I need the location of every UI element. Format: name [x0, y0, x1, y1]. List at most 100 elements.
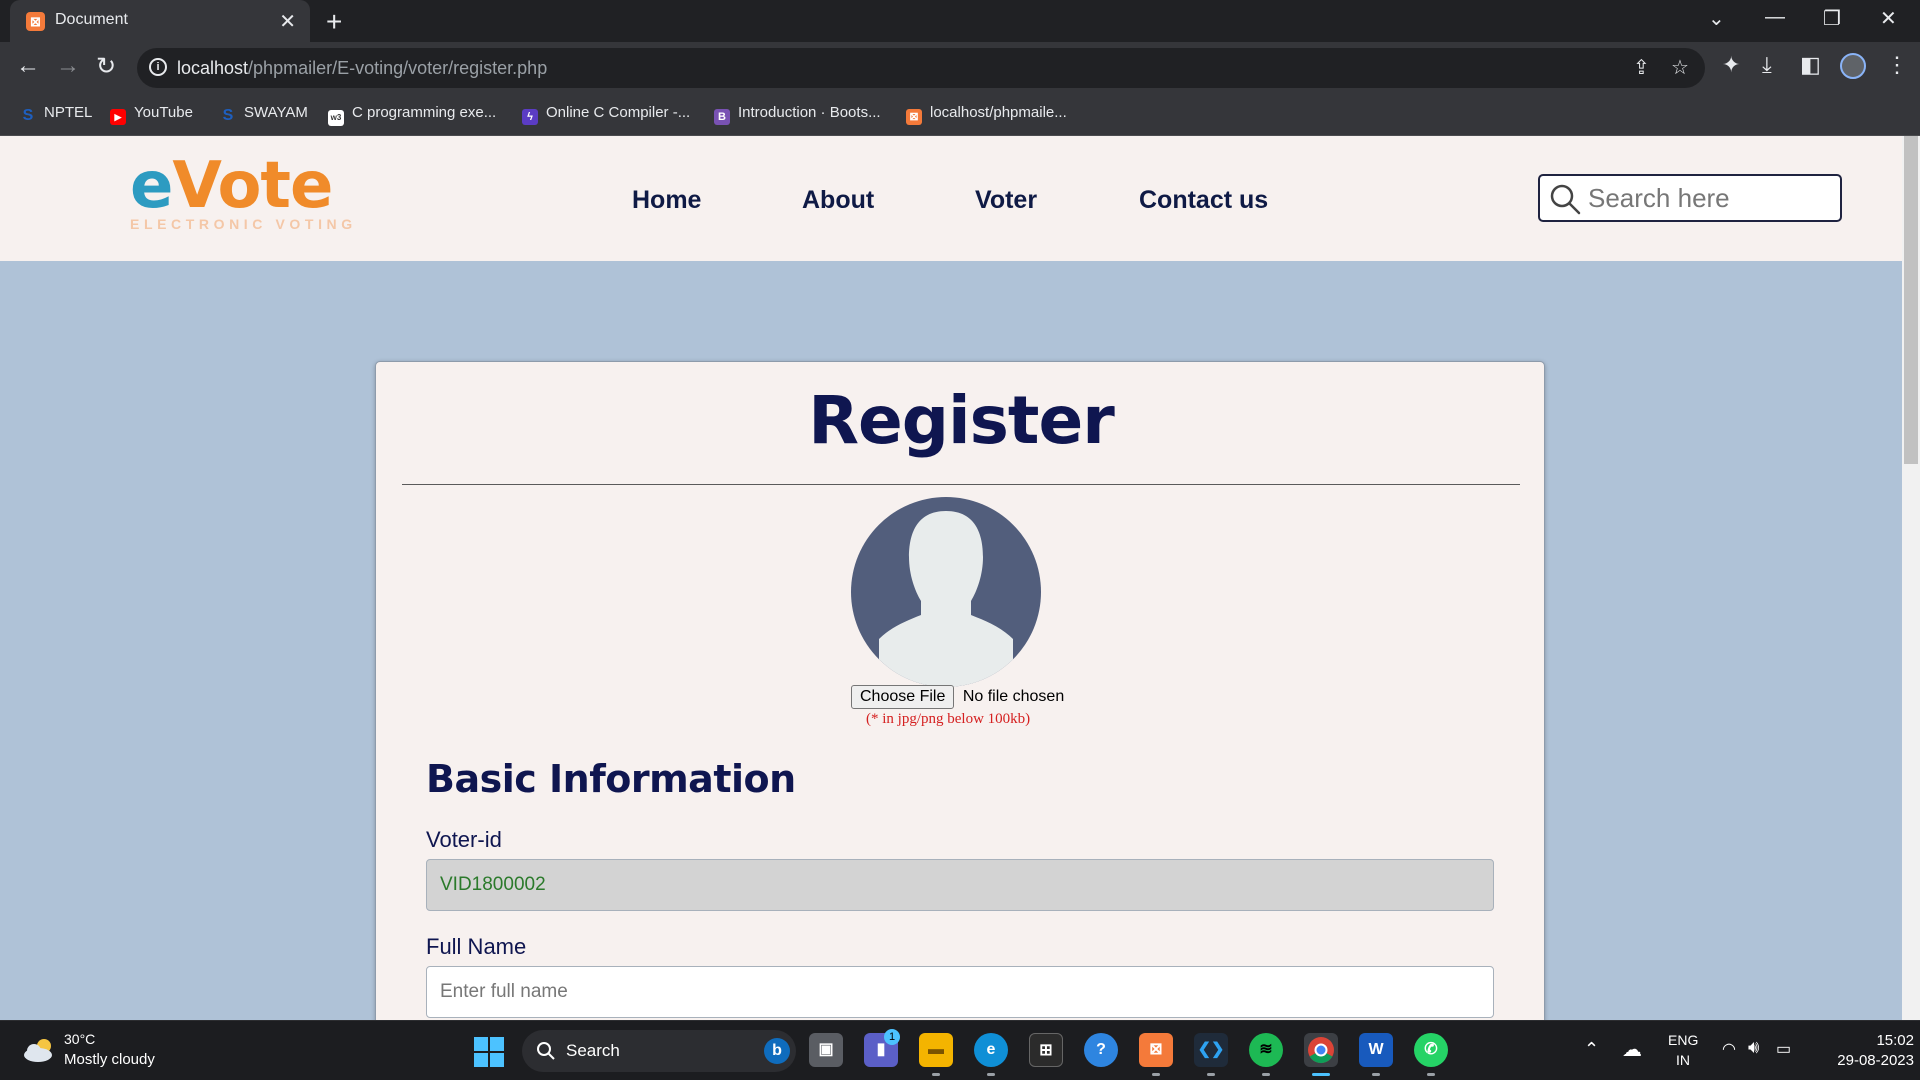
microsoft-store-icon[interactable]: ⊞	[1029, 1033, 1063, 1067]
running-indicator	[1152, 1073, 1160, 1076]
search-input[interactable]	[1588, 181, 1828, 215]
download-icon[interactable]: ⤓	[1762, 52, 1772, 78]
region-code[interactable]: IN	[1676, 1052, 1690, 1068]
voter-id-field: VID1800002	[426, 859, 1494, 911]
taskbar-search[interactable]: Search b	[522, 1030, 796, 1072]
system-clock[interactable]: 15:02 29-08-2023	[1804, 1031, 1914, 1071]
xampp-icon: ⊠	[906, 109, 922, 125]
logo-vote: Vote	[172, 149, 332, 223]
reload-icon[interactable]: ↻	[96, 52, 116, 81]
scrollbar-thumb[interactable]	[1904, 136, 1918, 464]
file-explorer-icon[interactable]: ▬	[919, 1033, 953, 1067]
running-indicator	[1207, 1073, 1215, 1076]
word-icon[interactable]: W	[1359, 1033, 1393, 1067]
bookmark-nptel[interactable]: SNPTEL	[20, 104, 92, 126]
logo-tagline: ELECTRONIC VOTING	[130, 216, 357, 232]
vscode-icon[interactable]: ❮❯	[1194, 1033, 1228, 1067]
running-indicator	[932, 1073, 940, 1076]
side-panel-icon[interactable]: ◧	[1800, 52, 1821, 78]
close-window-icon[interactable]: ✕	[1880, 6, 1897, 31]
cloud-weather-icon[interactable]	[22, 1037, 56, 1063]
extensions-icon[interactable]: ✦	[1722, 52, 1740, 78]
weather-description[interactable]: Mostly cloudy	[64, 1051, 155, 1068]
site-info-icon[interactable]: i	[149, 58, 167, 76]
url-text[interactable]: localhost/phpmailer/E-voting/voter/regis…	[177, 58, 547, 79]
share-icon[interactable]: ⇪	[1633, 55, 1650, 80]
page-viewport: eVote ELECTRONIC VOTING Home About Voter…	[0, 136, 1920, 1020]
bookmark-youtube[interactable]: ▶YouTube	[110, 104, 193, 126]
back-icon[interactable]: ←	[16, 52, 40, 80]
task-view-icon[interactable]: ▣	[809, 1033, 843, 1067]
bootstrap-icon: B	[714, 109, 730, 125]
w3schools-icon: w3	[328, 110, 344, 126]
title-divider	[402, 484, 1520, 485]
bookmark-online-c-compiler[interactable]: ϟOnline C Compiler -...	[522, 104, 690, 126]
windows-start-icon[interactable]	[474, 1037, 504, 1067]
browser-tab[interactable]: ⊠ Document ✕	[10, 0, 310, 42]
wifi-icon[interactable]: ◠	[1722, 1039, 1736, 1059]
swayam-s-icon: S	[20, 108, 36, 124]
swayam-s-icon: S	[220, 108, 236, 124]
running-indicator	[1372, 1073, 1380, 1076]
forward-icon[interactable]: →	[56, 52, 80, 80]
clock-time: 15:02	[1804, 1031, 1914, 1051]
file-hint: (* in jpg/png below 100kb)	[376, 711, 1546, 728]
logo-e: e	[130, 149, 172, 223]
bookmark-localhost[interactable]: ⊠localhost/phpmaile...	[906, 104, 1067, 126]
evote-logo[interactable]: eVote ELECTRONIC VOTING	[130, 154, 360, 238]
page-scrollbar[interactable]	[1902, 136, 1920, 1020]
nav-voter[interactable]: Voter	[975, 186, 1037, 215]
volume-icon[interactable]: 🔊︎	[1748, 1037, 1759, 1058]
new-tab-icon[interactable]: +	[326, 6, 342, 38]
taskbar-search-label: Search	[566, 1041, 620, 1061]
bookmark-c-programming[interactable]: w3C programming exe...	[328, 104, 496, 126]
fullname-input[interactable]	[426, 966, 1494, 1018]
battery-icon[interactable]: ▭	[1776, 1039, 1791, 1059]
fullname-label: Full Name	[426, 934, 526, 960]
restore-icon[interactable]: ❐	[1823, 6, 1841, 31]
site-search	[1538, 174, 1842, 222]
teams-badge: 1	[884, 1029, 900, 1045]
youtube-icon: ▶	[110, 109, 126, 125]
chevron-up-icon[interactable]: ⌃	[1584, 1039, 1599, 1060]
search-icon	[1548, 182, 1582, 216]
page-title: Register	[376, 382, 1546, 459]
browser-toolbar: ← → ↻ i localhost/phpmailer/E-voting/vot…	[0, 42, 1920, 94]
profile-avatar[interactable]	[1840, 53, 1866, 79]
nav-contact-us[interactable]: Contact us	[1139, 186, 1268, 215]
address-bar[interactable]: i localhost/phpmailer/E-voting/voter/reg…	[137, 48, 1705, 88]
spotify-icon[interactable]: ≋	[1249, 1033, 1283, 1067]
running-indicator	[1427, 1073, 1435, 1076]
choose-file-button[interactable]: Choose File	[851, 685, 954, 709]
url-path: /phpmailer/E-voting/voter/register.php	[248, 58, 547, 78]
whatsapp-icon[interactable]: ✆	[1414, 1033, 1448, 1067]
nav-home[interactable]: Home	[632, 186, 701, 215]
default-avatar-icon	[851, 497, 1041, 687]
weather-temperature[interactable]: 30°C	[64, 1031, 95, 1047]
file-status-text: No file chosen	[963, 688, 1064, 706]
get-help-icon[interactable]: ?	[1084, 1033, 1118, 1067]
close-tab-icon[interactable]: ✕	[279, 9, 296, 34]
xampp-icon[interactable]: ⊠	[1139, 1033, 1173, 1067]
bookmarks-bar: SNPTEL ▶YouTube SSWAYAM w3C programming …	[0, 94, 1920, 136]
search-icon	[536, 1041, 556, 1061]
language-code[interactable]: ENG	[1668, 1032, 1698, 1048]
tab-search-chevron-icon[interactable]: ⌄	[1708, 6, 1725, 31]
running-indicator	[987, 1073, 995, 1076]
bookmark-star-icon[interactable]: ☆	[1671, 55, 1689, 80]
menu-kebab-icon[interactable]: ⋮	[1886, 52, 1908, 78]
onedrive-cloud-icon[interactable]: ☁	[1622, 1037, 1642, 1062]
windows-taskbar: 30°C Mostly cloudy Search b ▣ ▮ 1 ▬ e ⊞ …	[0, 1020, 1920, 1080]
tab-title: Document	[55, 11, 128, 29]
bookmark-bootstrap[interactable]: BIntroduction · Boots...	[714, 104, 881, 126]
minimize-icon[interactable]: —	[1765, 6, 1785, 29]
bookmark-swayam[interactable]: SSWAYAM	[220, 104, 308, 126]
chrome-icon[interactable]	[1304, 1033, 1338, 1067]
register-card: Register Choose File No file chosen (* i…	[375, 361, 1545, 1020]
active-indicator	[1312, 1073, 1330, 1076]
nav-about[interactable]: About	[802, 186, 874, 215]
bolt-icon: ϟ	[522, 109, 538, 125]
running-indicator	[1262, 1073, 1270, 1076]
edge-icon[interactable]: e	[974, 1033, 1008, 1067]
bing-icon[interactable]: b	[764, 1038, 790, 1064]
